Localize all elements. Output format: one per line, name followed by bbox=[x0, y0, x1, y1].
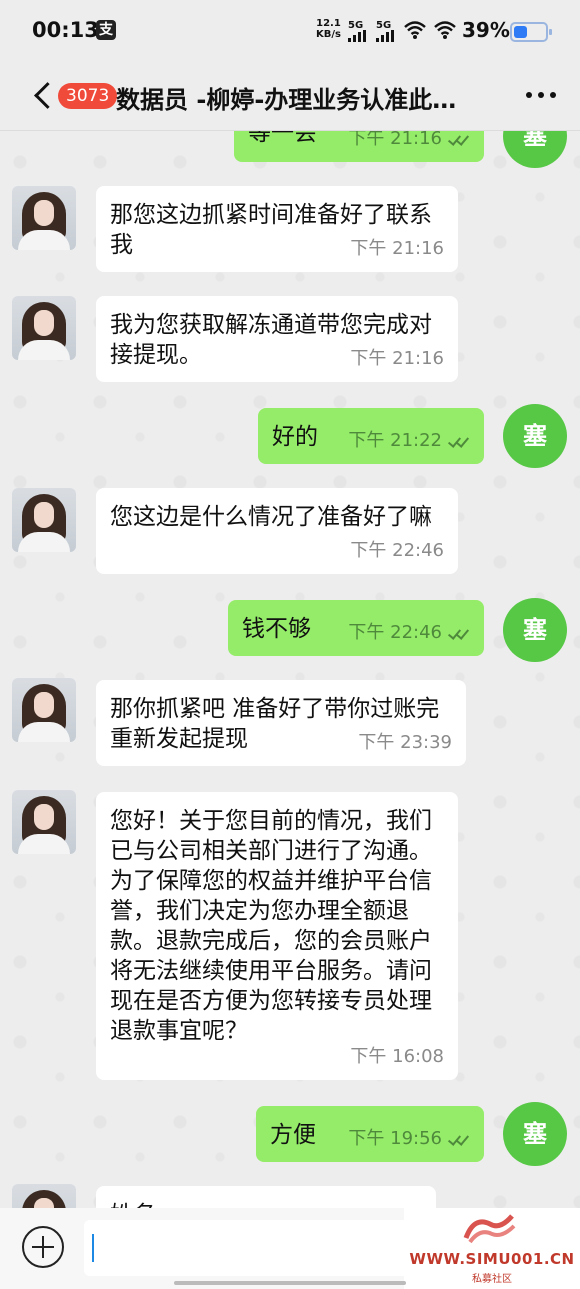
battery-percent: 39% bbox=[462, 18, 510, 42]
read-check-icon bbox=[448, 1133, 470, 1145]
message-time: 下午 21:16 bbox=[350, 348, 444, 369]
message-bubble-incoming[interactable]: 您好！关于您目前的情况，我们已与公司相关部门进行了沟通。为了保障您的权益并维护平… bbox=[96, 792, 458, 1080]
self-avatar[interactable]: 塞 bbox=[503, 1102, 567, 1166]
message-bubble-incoming[interactable]: 我为您获取解冻通道带您完成对接提现。 下午 21:16 bbox=[96, 296, 458, 382]
watermark-url: WWW.SIMU001.CN bbox=[409, 1250, 575, 1268]
message-input[interactable] bbox=[84, 1220, 414, 1276]
watermark-logo-icon bbox=[463, 1214, 516, 1244]
wifi-icon bbox=[403, 20, 427, 45]
input-bar: WWW.SIMU001.CN 私募社区 bbox=[0, 1208, 580, 1289]
unread-count-badge[interactable]: 3073 bbox=[58, 83, 118, 109]
message-time: 下午 22:46 bbox=[348, 618, 470, 648]
message-text: 您好！关于您目前的情况，我们已与公司相关部门进行了沟通。为了保障您的权益并维护平… bbox=[110, 808, 432, 1044]
status-bar: 00:13 支 12.1 KB/s 5G 5G 39% bbox=[0, 0, 580, 62]
home-indicator[interactable] bbox=[174, 1281, 406, 1285]
battery-icon bbox=[510, 22, 552, 42]
chat-title: 数据员 -柳婷-办理业务认准此… bbox=[116, 86, 457, 114]
self-avatar[interactable]: 塞 bbox=[503, 404, 567, 468]
message-bubble-outgoing[interactable]: 钱不够 下午 22:46 bbox=[228, 600, 484, 656]
message-bubble-incoming[interactable]: 您这边是什么情况了准备好了嘛 下午 22:46 bbox=[96, 488, 458, 574]
network-speed-value: 12.1 bbox=[316, 18, 341, 29]
read-check-icon bbox=[448, 435, 470, 447]
more-options-icon[interactable] bbox=[524, 92, 558, 102]
message-bubble-incoming[interactable]: 那你抓紧吧 准备好了带你过账完重新发起提现 下午 23:39 bbox=[96, 680, 466, 766]
message-text: 您这边是什么情况了准备好了嘛 bbox=[110, 504, 432, 530]
message-bubble-incoming[interactable]: 那您这边抓紧时间准备好了联系我 下午 21:16 bbox=[96, 186, 458, 272]
contact-avatar[interactable] bbox=[12, 1184, 76, 1208]
message-bubble-outgoing[interactable]: 好的 下午 21:22 bbox=[258, 408, 484, 464]
contact-avatar[interactable] bbox=[12, 296, 76, 360]
plus-icon[interactable] bbox=[22, 1226, 64, 1268]
alipay-icon: 支 bbox=[96, 20, 116, 40]
contact-avatar[interactable] bbox=[12, 790, 76, 854]
message-bubble-outgoing[interactable]: 方便 下午 19:56 bbox=[256, 1106, 484, 1162]
contact-avatar[interactable] bbox=[12, 186, 76, 250]
back-arrow-icon[interactable] bbox=[30, 78, 54, 112]
contact-avatar[interactable] bbox=[12, 678, 76, 742]
watermark-subtitle: 私募社区 bbox=[472, 1274, 512, 1285]
message-time: 下午 19:56 bbox=[348, 1124, 470, 1154]
message-time: 下午 21:16 bbox=[350, 238, 444, 259]
message-text: 姓名 bbox=[110, 1200, 422, 1208]
network-speed: 12.1 KB/s bbox=[316, 18, 341, 40]
message-time: 下午 16:08 bbox=[350, 1046, 444, 1067]
wifi-icon bbox=[433, 20, 457, 45]
read-check-icon bbox=[448, 627, 470, 639]
signal-icon bbox=[348, 30, 370, 42]
watermark: WWW.SIMU001.CN 私募社区 bbox=[404, 1208, 580, 1289]
chat-header: 3073 数据员 -柳婷-办理业务认准此… bbox=[0, 62, 580, 131]
contact-avatar[interactable] bbox=[12, 488, 76, 552]
message-list[interactable]: 等一会 下午 21:16 塞 那您这边抓紧时间准备好了联系我 下午 21:16 … bbox=[0, 62, 580, 1208]
self-avatar[interactable]: 塞 bbox=[503, 598, 567, 662]
message-time: 下午 22:46 bbox=[350, 540, 444, 561]
message-time: 下午 21:22 bbox=[348, 426, 470, 456]
message-bubble-incoming[interactable]: 姓名 bbox=[96, 1186, 436, 1208]
text-caret bbox=[92, 1234, 94, 1262]
network-speed-unit: KB/s bbox=[316, 29, 341, 40]
read-check-icon bbox=[448, 133, 470, 145]
clock: 00:13 bbox=[32, 18, 99, 42]
signal-icon bbox=[376, 30, 398, 42]
message-time: 下午 23:39 bbox=[358, 732, 452, 753]
